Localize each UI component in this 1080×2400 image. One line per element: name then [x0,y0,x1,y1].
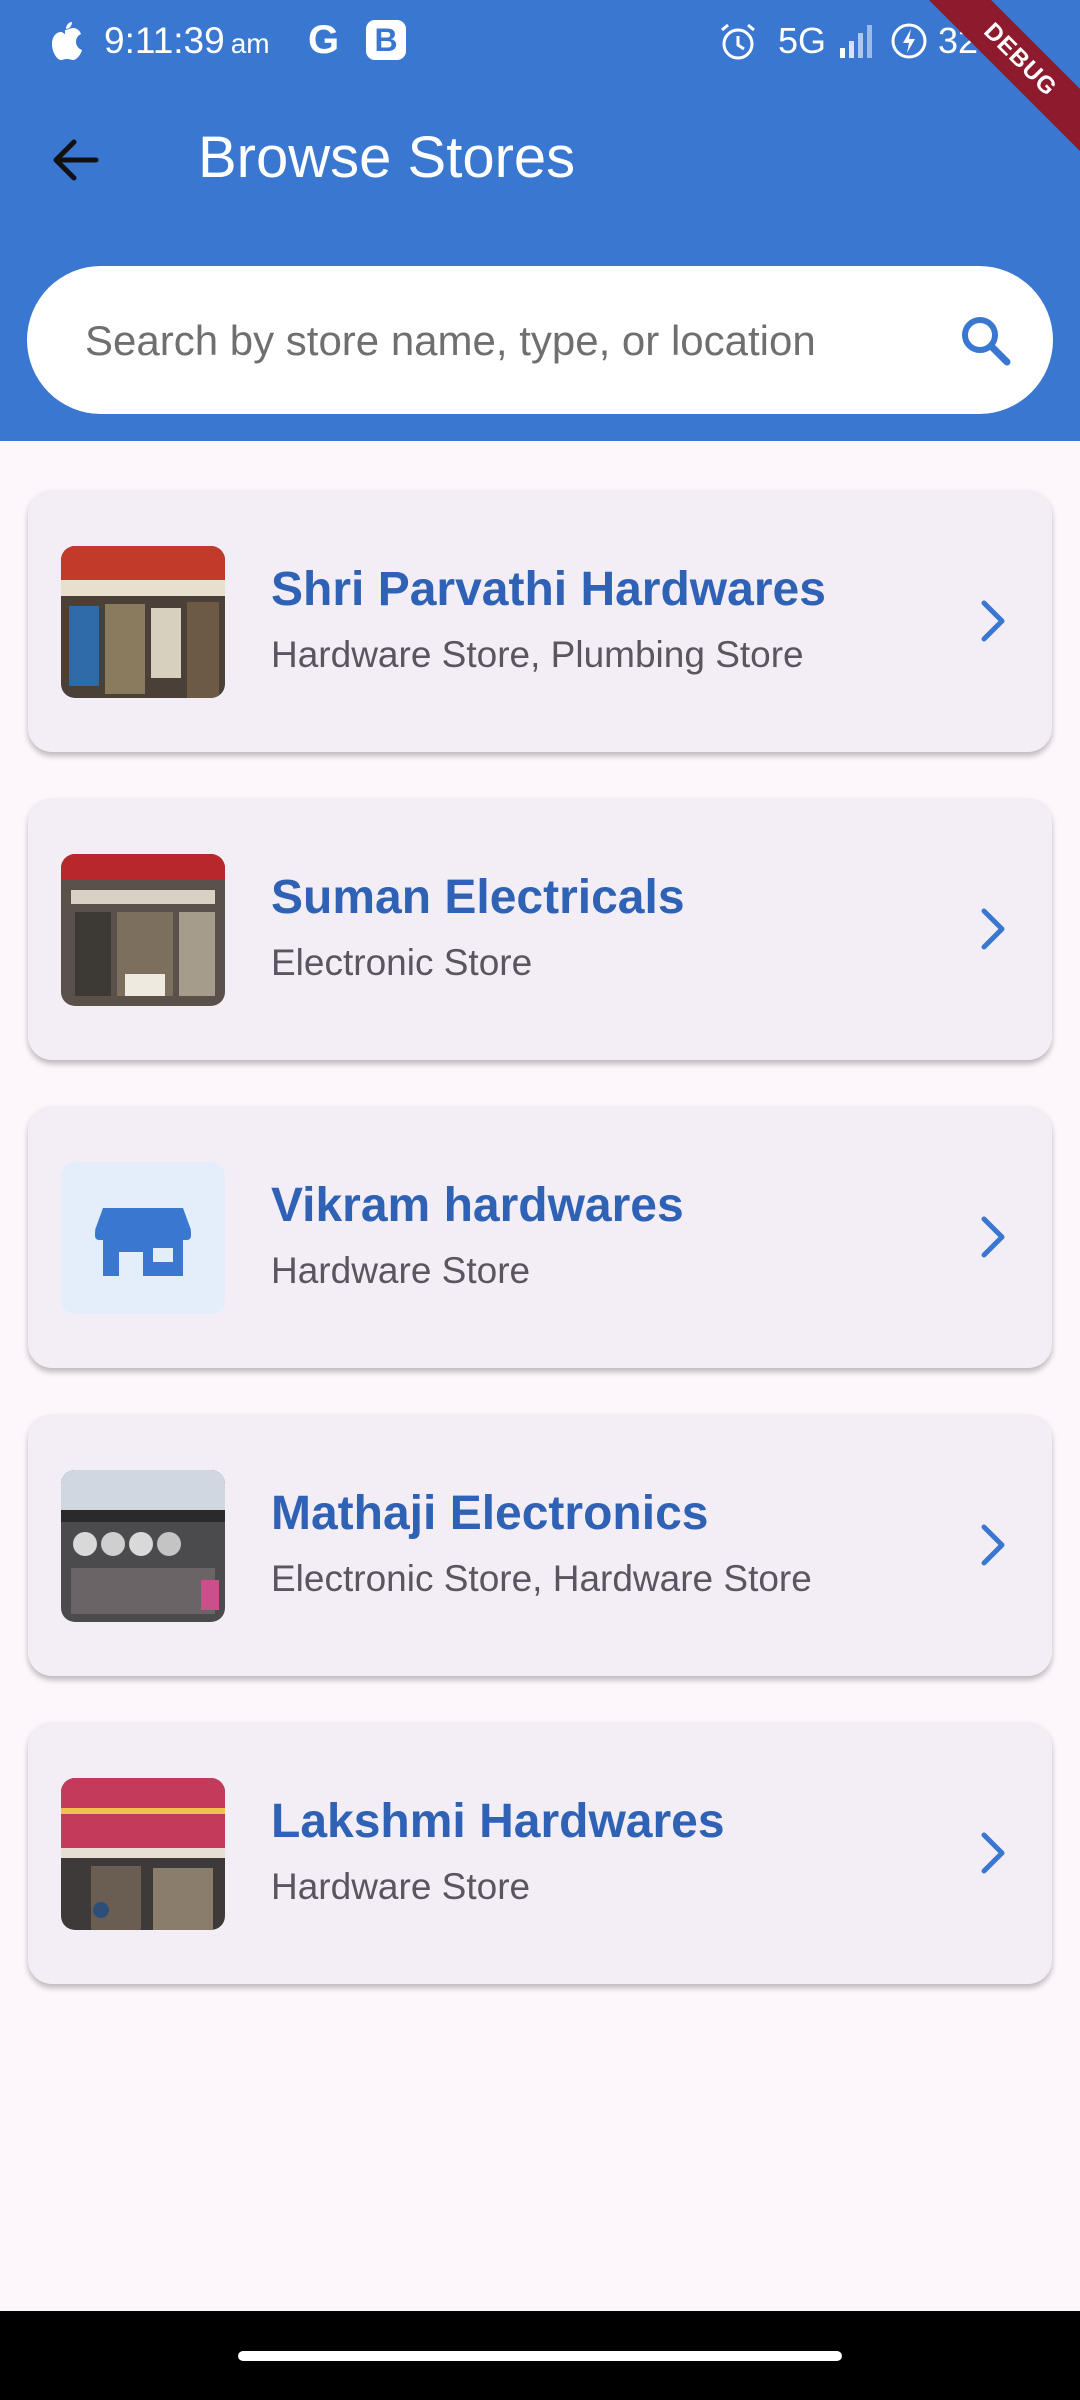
alarm-icon [721,23,755,60]
store-types: Hardware Store, Plumbing Store [271,634,804,675]
store-thumbnail [61,1470,225,1622]
store-card[interactable]: Mathaji Electronics Electronic Store, Ha… [28,1414,1052,1676]
google-icon: G [308,18,340,62]
chevron-right-icon [981,1524,1005,1566]
store-types: Electronic Store, Hardware Store [271,1558,812,1599]
status-bar: 9:11:39 am G B 5G 32 [0,0,1080,86]
network-type: 5G [778,20,827,61]
store-thumbnail [61,1778,225,1930]
chevron-right-icon [981,1832,1005,1874]
store-name: Shri Parvathi Hardwares [271,563,826,616]
store-name: Mathaji Electronics [271,1487,709,1540]
store-list: Shri Parvathi Hardwares Hardware Store, … [28,490,1052,2030]
apple-icon [52,22,82,60]
back-button[interactable] [44,128,108,192]
search-bar[interactable] [27,266,1053,414]
home-indicator[interactable] [238,2351,842,2361]
status-time: 9:11:39 am [104,20,270,61]
store-card[interactable]: Shri Parvathi Hardwares Hardware Store, … [28,490,1052,752]
b-app-icon: B [366,20,406,60]
store-name: Lakshmi Hardwares [271,1795,725,1848]
store-types: Electronic Store [271,942,533,983]
store-thumbnail [61,854,225,1006]
store-name: Vikram hardwares [271,1179,684,1232]
charging-icon [891,23,927,59]
store-card[interactable]: Lakshmi Hardwares Hardware Store [28,1722,1052,1984]
store-card[interactable]: Suman Electricals Electronic Store [28,798,1052,1060]
search-icon[interactable] [957,312,1013,368]
store-thumbnail [61,546,225,698]
store-card[interactable]: Vikram hardwares Hardware Store [28,1106,1052,1368]
signal-icon [840,25,872,58]
chevron-right-icon [981,600,1005,642]
store-icon [95,1208,191,1276]
page-title: Browse Stores [198,125,576,190]
store-types: Hardware Store [271,1866,531,1907]
search-input[interactable] [83,300,947,382]
store-types: Hardware Store [271,1250,531,1291]
chevron-right-icon [981,1216,1005,1258]
store-name: Suman Electricals [271,871,685,924]
chevron-right-icon [981,908,1005,950]
store-thumbnail [61,1162,225,1314]
